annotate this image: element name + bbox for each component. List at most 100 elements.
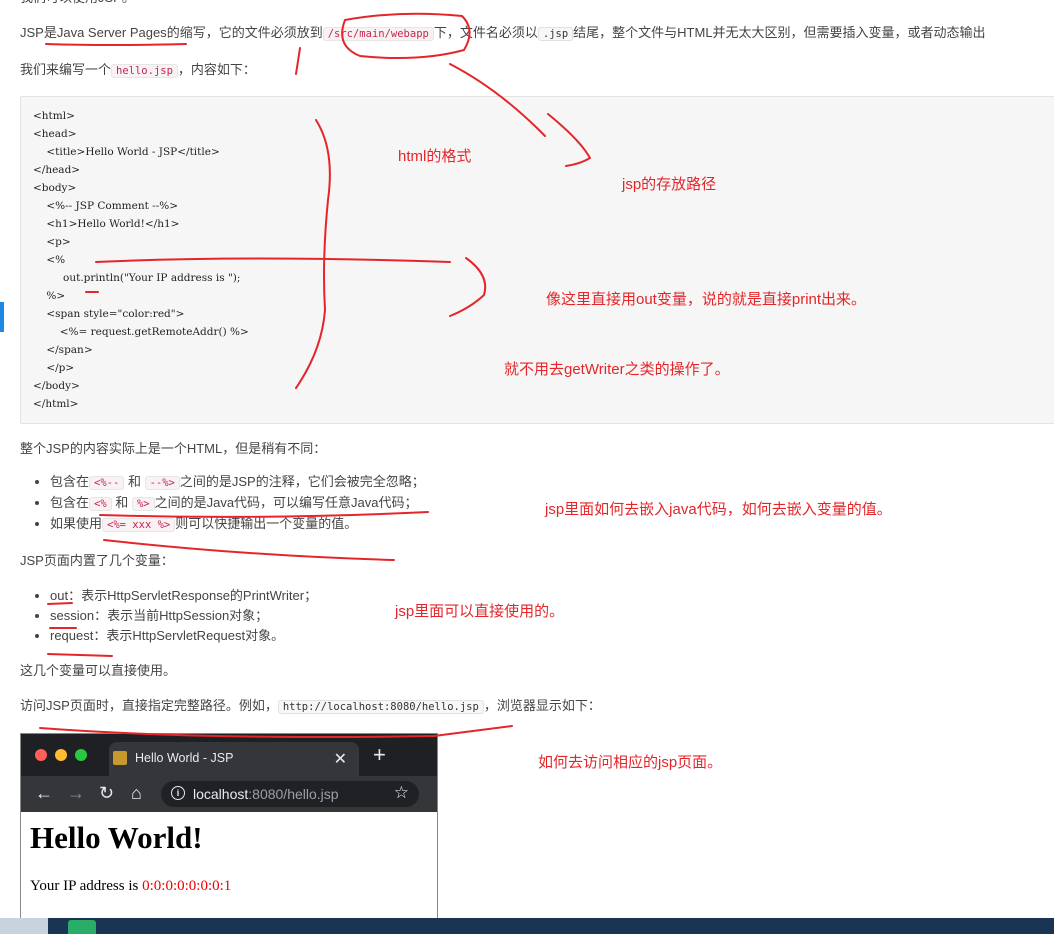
annotation-vars-note: jsp里面可以直接使用的。 <box>395 603 565 620</box>
paragraph-differences: 整个JSP的内容实际上是一个HTML，但是稍有不同： <box>20 441 327 456</box>
inline-code: <%-- <box>89 476 125 490</box>
var-desc: ：表示HttpServletRequest对象。 <box>93 628 285 643</box>
inline-code: <% <box>89 497 112 511</box>
paragraph-builtin-vars: JSP页面内置了几个变量： <box>20 553 174 568</box>
text-segment: 我们来编写一个 <box>20 62 112 77</box>
partial-text: 我们可以使用JSP。 <box>20 0 135 8</box>
code-line: <body> <box>33 182 77 194</box>
paragraph-jsp-intro: JSP是Java Server Pages的缩写，它的文件必须放到/src/ma… <box>20 23 986 44</box>
code-line: <% <box>33 254 66 266</box>
list-item: session：表示当前HttpSession对象； <box>50 606 317 626</box>
tick-mark-1 <box>295 47 301 75</box>
inline-code: <%= xxx %> <box>102 518 176 532</box>
url-rest: :8080/hello.jsp <box>248 786 339 802</box>
browser-titlebar: Hello World - JSP ✕ + <box>21 734 437 776</box>
paragraph-access: 访问JSP页面时，直接指定完整路径。例如， http://localhost:80… <box>20 696 601 717</box>
annotation-access-note: 如何去访问相应的jsp页面。 <box>538 754 723 771</box>
text-segment: ，内容如下： <box>177 62 256 77</box>
var-name: session <box>50 608 95 623</box>
code-line: </p> <box>33 362 75 374</box>
info-icon: i <box>171 786 185 800</box>
inline-code-url: http://localhost:8080/hello.jsp <box>277 700 484 714</box>
close-dot-icon <box>35 749 47 761</box>
address-bar: i localhost:8080/hello.jsp ☆ <box>161 781 419 807</box>
list-item: 如果使用<%= xxx %>则可以快捷输出一个变量的值。 <box>50 514 425 535</box>
code-line: <head> <box>33 128 77 140</box>
annotation-writer-note: 就不用去getWriter之类的操作了。 <box>504 361 730 378</box>
code-line: <%= request.getRemoteAddr() %> <box>33 326 249 338</box>
text-segment: 则可以快捷输出一个变量的值。 <box>175 516 358 531</box>
inline-code-hello-jsp: hello.jsp <box>111 64 178 78</box>
code-line: </body> <box>33 380 80 392</box>
annotation-out-note: 像这里直接用out变量，说的就是直接print出来。 <box>546 291 867 308</box>
browser-screenshot: Hello World - JSP ✕ + ← → ↻ ⌂ i localhos… <box>20 733 438 934</box>
code-line: %> <box>33 290 66 302</box>
text-segment: 如果使用 <box>50 516 103 531</box>
code-line: <h1>Hello World!</h1> <box>33 218 180 230</box>
code-line: <p> <box>33 236 71 248</box>
code-line: out.println("Your IP address is "); <box>33 272 241 284</box>
code-line: </html> <box>33 398 79 410</box>
list-item: 包含在<% 和 %>之间的是Java代码，可以编写任意Java代码； <box>50 493 425 514</box>
maximize-dot-icon <box>75 749 87 761</box>
code-line: <span style="color:red"> <box>33 308 185 320</box>
forward-icon: → <box>67 783 85 803</box>
start-button[interactable] <box>0 918 48 934</box>
code-line: <title>Hello World - JSP</title> <box>33 146 220 158</box>
code-line: </head> <box>33 164 81 176</box>
inline-code-jsp-ext: .jsp <box>537 27 574 41</box>
paragraph-use-directly: 这几个变量可以直接使用。 <box>20 663 177 678</box>
text-segment: Java Server Pages <box>56 25 167 40</box>
underline-java-server-pages <box>45 43 187 46</box>
tab-title: Hello World - JSP <box>135 751 234 765</box>
browser-content: Hello World! Your IP address is 0:0:0:0:… <box>21 812 437 934</box>
inline-code: %> <box>131 497 155 511</box>
list-item: 包含在<%-- 和 --%>之间的是JSP的注释，它们会被完全忽略； <box>50 472 425 493</box>
sidebar-active-marker <box>0 302 4 332</box>
text-segment: 的缩写，它的文件必须放到 <box>166 25 323 40</box>
text-segment: ，浏览器显示如下： <box>483 698 601 713</box>
variables-list: out：表示HttpServletResponse的PrintWriter； s… <box>20 586 317 646</box>
text-segment: 和 <box>127 474 141 489</box>
annotation-html-format: html的格式 <box>398 148 472 165</box>
text-segment: 之间的是Java代码，可以编写任意Java代码； <box>154 495 418 510</box>
minimize-dot-icon <box>55 749 67 761</box>
inline-code-webapp: /src/main/webapp <box>322 27 434 41</box>
browser-toolbar: ← → ↻ ⌂ i localhost:8080/hello.jsp ☆ <box>21 776 437 812</box>
code-line: </span> <box>33 344 93 356</box>
code-line: <html> <box>33 110 75 122</box>
address-url: localhost:8080/hello.jsp <box>193 786 339 802</box>
syntax-list: 包含在<%-- 和 --%>之间的是JSP的注释，它们会被完全忽略； 包含在<%… <box>20 472 425 535</box>
taskbar <box>0 918 1054 934</box>
var-name: out <box>50 588 69 603</box>
ip-line: Your IP address is 0:0:0:0:0:0:0:1 <box>30 878 231 895</box>
annotation-jsp-path: jsp的存放路径 <box>622 176 717 193</box>
text-segment: 结尾，整个文件与HTML并无太大区别，但需要插入变量，或者动态输出 <box>573 25 986 40</box>
wechat-taskbar-icon[interactable] <box>68 920 96 934</box>
tab-close-icon: ✕ <box>333 751 347 768</box>
text-segment: 包含在 <box>50 474 90 489</box>
annotation-embed-note: jsp里面如何去嵌入java代码，如何去嵌入变量的值。 <box>545 501 892 518</box>
ip-value: 0:0:0:0:0:0:0:1 <box>142 878 232 894</box>
list-item: out：表示HttpServletResponse的PrintWriter； <box>50 586 317 606</box>
underline-var-request <box>47 653 113 657</box>
page-heading: Hello World! <box>30 820 203 855</box>
code-line: <%-- JSP Comment --%> <box>33 200 179 212</box>
text-segment: JSP是 <box>20 25 57 40</box>
favicon-icon <box>113 751 127 765</box>
text-segment: 包含在 <box>50 495 90 510</box>
home-icon: ⌂ <box>131 783 142 803</box>
text-segment: 和 <box>115 495 129 510</box>
paragraph-hello-jsp: 我们来编写一个 hello.jsp ，内容如下： <box>20 60 256 81</box>
new-tab-icon: + <box>373 742 386 767</box>
text-segment: 访问JSP页面时，直接指定完整路径。例如， <box>20 698 278 713</box>
var-desc: ：表示当前HttpSession对象； <box>94 608 269 623</box>
url-host: localhost <box>193 786 249 802</box>
var-desc: ：表示HttpServletResponse的PrintWriter； <box>68 588 318 603</box>
browser-tab: Hello World - JSP ✕ <box>109 742 359 776</box>
back-icon: ← <box>35 783 53 803</box>
var-name: request <box>50 628 94 643</box>
list-item: request：表示HttpServletRequest对象。 <box>50 626 317 646</box>
ip-label: Your IP address is <box>30 878 143 894</box>
inline-code: --%> <box>144 476 180 490</box>
